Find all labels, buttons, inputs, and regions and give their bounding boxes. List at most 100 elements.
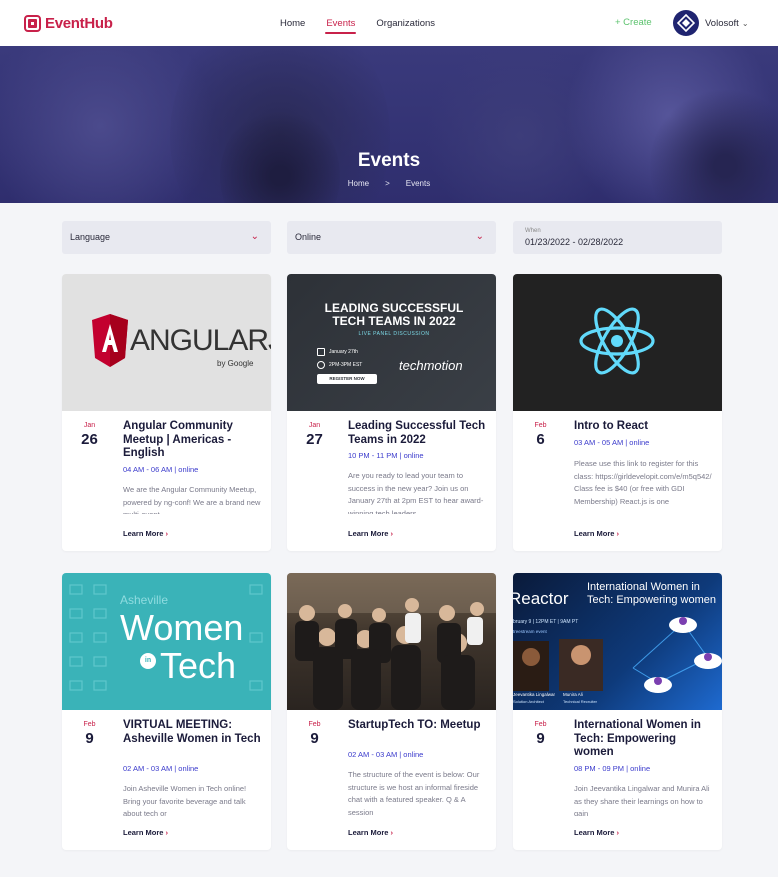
event-time: 08 PM - 09 PM | online	[574, 764, 651, 773]
learn-more-label: Learn More	[348, 529, 389, 538]
event-time: 03 AM - 05 AM | online	[574, 438, 650, 447]
chevron-right-icon: ›	[390, 529, 393, 538]
nav-events[interactable]: Events	[325, 18, 357, 34]
reactor-brand: Reactor	[513, 589, 569, 608]
logo-icon	[24, 14, 41, 32]
event-date: Feb 6	[513, 422, 568, 448]
date-range-picker[interactable]: When 01/23/2022 - 02/28/2022	[513, 221, 722, 254]
learn-more-label: Learn More	[574, 529, 615, 538]
event-date: Feb 9	[513, 721, 568, 747]
chevron-right-icon: ›	[165, 828, 168, 837]
breadcrumb: Home > Events	[0, 179, 778, 188]
page-title: Events	[357, 150, 421, 171]
women-tech-line1: Asheville	[120, 593, 169, 607]
learn-more-link[interactable]: Learn More ›	[123, 828, 168, 837]
event-image	[287, 573, 496, 710]
hero-banner: Events Home > Events	[0, 46, 778, 203]
angularjs-by-google: by Google	[217, 359, 254, 368]
event-day: 6	[536, 431, 545, 448]
language-select-value: Language	[70, 232, 111, 242]
main-nav: Home Events Organizations	[280, 0, 456, 46]
event-month: Jan	[308, 422, 321, 429]
logo-text: EventHub	[45, 14, 113, 32]
date-range-label: When	[525, 228, 541, 234]
banner-date: January 27th	[329, 349, 358, 355]
women-tech-line4: Tech	[160, 645, 237, 686]
breadcrumb-home[interactable]: Home	[348, 179, 369, 188]
breadcrumb-current: Events	[405, 179, 431, 188]
event-title[interactable]: International Women in Tech: Empowering …	[574, 719, 714, 760]
event-day: 26	[81, 431, 98, 448]
techmotion-logo: techmotion	[399, 358, 463, 373]
banner-hours: 2PM-3PM EST	[329, 362, 363, 368]
event-title[interactable]: Intro to React	[574, 420, 714, 434]
chevron-right-icon: ›	[616, 529, 619, 538]
event-description: Join Jeevantika Lingalwar and Munira Ali…	[574, 784, 710, 816]
logo[interactable]: EventHub	[24, 13, 113, 33]
event-title[interactable]: Angular Community Meetup | Americas - En…	[123, 420, 263, 461]
create-button[interactable]: + Create	[615, 17, 652, 28]
nav-home[interactable]: Home	[280, 18, 305, 29]
event-title[interactable]: VIRTUAL MEETING: Asheville Women in Tech	[123, 719, 263, 746]
event-type-select-value: Online	[295, 232, 322, 242]
event-card[interactable]: LEADING SUCCESSFUL TECH TEAMS IN 2022 LI…	[287, 274, 496, 551]
breadcrumb-separator: >	[385, 179, 390, 188]
event-month: Feb	[534, 721, 547, 728]
learn-more-label: Learn More	[123, 529, 164, 538]
event-time: 02 AM - 03 AM | online	[348, 750, 424, 759]
speaker-1-role: Solution Architect	[513, 699, 544, 704]
avatar	[673, 10, 699, 36]
react-logo-icon	[579, 307, 655, 375]
reactor-meta: bruary 9 | 12PM ET | 9AM PT	[513, 619, 579, 625]
nav-organizations[interactable]: Organizations	[376, 18, 435, 29]
event-time: 04 AM - 06 AM | online	[123, 465, 199, 474]
language-select[interactable]: Language ⌄	[62, 221, 271, 254]
speaker-2-role: Technical Recruiter	[563, 699, 598, 704]
event-time: 02 AM - 03 AM | online	[123, 764, 199, 773]
women-tech-line2: Women	[120, 607, 244, 648]
chevron-down-icon: ⌄	[475, 231, 484, 242]
event-card[interactable]: Feb 6 Intro to React 03 AM - 05 AM | onl…	[513, 274, 722, 551]
event-description: Join Asheville Women in Tech online! Bri…	[123, 784, 247, 816]
event-description: We are the Angular Community Meetup, pow…	[123, 485, 261, 514]
learn-more-label: Learn More	[348, 828, 389, 837]
event-image: Reactor International Women in Tech: Emp…	[513, 573, 722, 710]
event-month: Feb	[308, 721, 321, 728]
chevron-right-icon: ›	[165, 529, 168, 538]
event-card[interactable]: ANGULARJS by Google Jan 26 Angular Commu…	[62, 274, 271, 551]
event-description: The structure of the event is below: Our…	[348, 770, 480, 816]
event-type-select[interactable]: Online ⌄	[287, 221, 496, 254]
event-image: Asheville Women in Tech	[62, 573, 271, 710]
event-day: 9	[310, 730, 319, 747]
event-day: 9	[536, 730, 545, 747]
chevron-down-icon: ⌄	[250, 231, 259, 242]
reactor-headline: International Women in Tech: Empowering …	[587, 581, 717, 606]
women-tech-line3: in	[140, 653, 156, 669]
learn-more-link[interactable]: Learn More ›	[574, 529, 619, 538]
volosoft-logo-icon	[677, 14, 695, 32]
angularjs-logo-text: ANGULARJS	[130, 324, 271, 357]
speaker-1-name: Jeevantika Lingalwar	[513, 692, 556, 697]
speaker-2-name: Munira Ali	[563, 692, 583, 697]
event-month: Feb	[534, 422, 547, 429]
event-description: Please use this link to register for thi…	[574, 459, 712, 506]
calendar-icon	[317, 348, 325, 356]
event-card[interactable]: Reactor International Women in Tech: Emp…	[513, 573, 722, 850]
user-menu[interactable]: Volosoft ⌄	[673, 10, 749, 36]
learn-more-link[interactable]: Learn More ›	[348, 529, 393, 538]
learn-more-link[interactable]: Learn More ›	[123, 529, 168, 538]
event-month: Feb	[83, 721, 96, 728]
chevron-right-icon: ›	[390, 828, 393, 837]
user-name: Volosoft	[705, 17, 739, 29]
learn-more-link[interactable]: Learn More ›	[574, 828, 619, 837]
reactor-stream: treestream event	[513, 629, 547, 634]
event-title[interactable]: StartupTech TO: Meetup	[348, 719, 488, 733]
learn-more-link[interactable]: Learn More ›	[348, 828, 393, 837]
banner-headline: LEADING SUCCESSFUL TECH TEAMS IN 2022	[324, 301, 464, 328]
event-card[interactable]: Asheville Women in Tech Feb 9 VIRTUAL ME…	[62, 573, 271, 850]
event-day: 27	[306, 431, 323, 448]
event-date: Feb 9	[62, 721, 117, 747]
event-card[interactable]: Feb 9 StartupTech TO: Meetup 02 AM - 03 …	[287, 573, 496, 850]
event-title[interactable]: Leading Successful Tech Teams in 2022	[348, 420, 488, 447]
learn-more-label: Learn More	[574, 828, 615, 837]
